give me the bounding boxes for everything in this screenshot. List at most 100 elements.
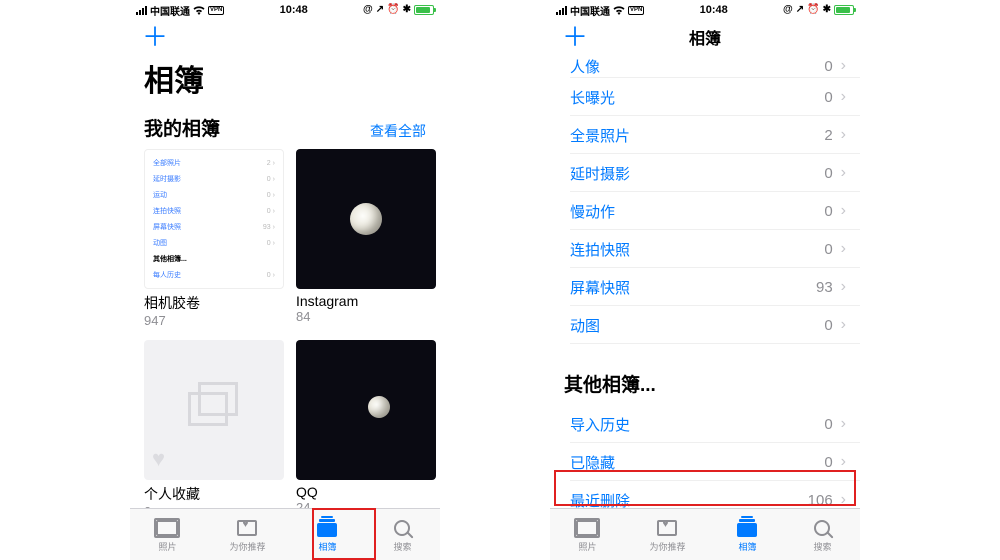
album-grid-row: 全部照片2 › 延时摄影0 › 运动0 › 连拍快照0 › 屏幕快照93 › 动…: [130, 145, 440, 330]
row-count: 0: [824, 89, 832, 106]
tab-label: 相簿: [738, 540, 756, 553]
row-label: 屏幕快照: [570, 277, 630, 298]
album-title: QQ: [296, 484, 436, 500]
row-label: 导入历史: [570, 414, 630, 435]
nav-bar: ＋ 相簿: [550, 20, 860, 54]
row-label: 长曝光: [570, 87, 615, 108]
list-row[interactable]: 长曝光 0 ›: [550, 78, 860, 116]
album-card-favorites[interactable]: ♥ 个人收藏 0: [144, 340, 284, 519]
list-row[interactable]: 导入历史 0›: [550, 405, 860, 443]
album-title: 个人收藏: [144, 484, 284, 504]
bluetooth-icon: ✱: [823, 5, 831, 15]
tab-bar: 照片 为你推荐 相簿 搜索: [550, 508, 860, 560]
chevron-right-icon: ›: [841, 57, 846, 75]
tab-albums[interactable]: 相簿: [734, 517, 760, 553]
list-row[interactable]: 已隐藏 0›: [550, 443, 860, 481]
vpn-badge: VPN: [208, 6, 224, 15]
tab-search[interactable]: 搜索: [809, 517, 835, 553]
row-label: 连拍快照: [570, 239, 630, 260]
orientation-lock-icon: @: [363, 5, 373, 15]
album-grid-row: ♥ 个人收藏 0 QQ 24 S 0: [130, 336, 440, 521]
tab-label: 搜索: [813, 540, 831, 553]
row-count: 106: [808, 492, 833, 509]
list-row[interactable]: 慢动作 0›: [550, 192, 860, 230]
album-card-camera-roll[interactable]: 全部照片2 › 延时摄影0 › 运动0 › 连拍快照0 › 屏幕快照93 › 动…: [144, 149, 284, 328]
tab-photos[interactable]: 照片: [574, 517, 600, 553]
tab-label: 相簿: [318, 540, 336, 553]
tab-search[interactable]: 搜索: [389, 517, 415, 553]
orientation-lock-icon: @: [783, 5, 793, 15]
album-card-qq[interactable]: QQ 24: [296, 340, 436, 519]
tab-label: 为你推荐: [229, 540, 265, 553]
chevron-right-icon: ›: [841, 202, 846, 220]
status-bar: 中国联通 VPN 10:48 @ ↗ ⏰ ✱: [550, 0, 860, 20]
tab-for-you[interactable]: 为你推荐: [649, 517, 685, 553]
row-label: 人像: [570, 56, 600, 77]
location-icon: ↗: [796, 5, 804, 15]
for-you-icon: [237, 520, 257, 536]
row-count: 0: [824, 203, 832, 220]
row-count: 2: [824, 127, 832, 144]
list-row[interactable]: 连拍快照 0›: [550, 230, 860, 268]
row-count: 0: [824, 454, 832, 471]
phone-screenshot-right: 中国联通 VPN 10:48 @ ↗ ⏰ ✱ ＋ 相簿 人像 0› 长曝: [550, 0, 860, 560]
tab-label: 搜索: [393, 540, 411, 553]
row-count: 0: [824, 416, 832, 433]
album-thumbnail: [296, 340, 436, 480]
row-count: 0: [824, 241, 832, 258]
album-count: 947: [144, 313, 284, 328]
tab-bar: 照片 为你推荐 相簿 搜索: [130, 508, 440, 560]
tab-label: 照片: [578, 540, 596, 553]
tab-photos[interactable]: 照片: [154, 517, 180, 553]
album-card-instagram[interactable]: Instagram 84: [296, 149, 436, 328]
album-title: Instagram: [296, 293, 436, 309]
photos-icon: [576, 520, 598, 536]
add-album-button[interactable]: ＋: [142, 24, 168, 50]
list-row[interactable]: 延时摄影 0›: [550, 154, 860, 192]
row-label: 已隐藏: [570, 452, 615, 473]
wifi-icon: [613, 6, 625, 15]
status-time: 10:48: [700, 4, 728, 16]
list-row[interactable]: 全景照片 2›: [550, 116, 860, 154]
album-thumbnail: ♥: [144, 340, 284, 480]
nav-title: 相簿: [550, 25, 860, 49]
phone-screenshot-left: 中国联通 VPN 10:48 @ ↗ ⏰ ✱ ＋ 相簿 我的相簿 查看全部: [130, 0, 440, 560]
album-thumbnail: 全部照片2 › 延时摄影0 › 运动0 › 连拍快照0 › 屏幕快照93 › 动…: [144, 149, 284, 289]
tab-for-you[interactable]: 为你推荐: [229, 517, 265, 553]
signal-icon: [136, 6, 147, 15]
for-you-icon: [657, 520, 677, 536]
alarm-icon: ⏰: [387, 5, 399, 15]
alarm-icon: ⏰: [807, 5, 819, 15]
albums-icon: [737, 523, 757, 537]
chevron-right-icon: ›: [841, 316, 846, 334]
other-albums-header: 其他相簿...: [550, 344, 860, 405]
chevron-right-icon: ›: [841, 491, 846, 509]
see-all-link[interactable]: 查看全部: [370, 121, 426, 141]
list-row[interactable]: 人像 0›: [550, 54, 860, 78]
chevron-right-icon: ›: [841, 278, 846, 296]
list-row[interactable]: 动图 0›: [550, 306, 860, 344]
nav-bar: ＋: [130, 20, 440, 54]
row-label: 全景照片: [570, 125, 630, 146]
row-count: 0: [824, 317, 832, 334]
battery-icon: [834, 5, 854, 15]
row-count: 93: [816, 279, 833, 296]
wifi-icon: [193, 6, 205, 15]
signal-icon: [556, 6, 567, 15]
row-count: 0: [824, 165, 832, 182]
chevron-right-icon: ›: [841, 88, 846, 106]
row-label: 延时摄影: [570, 163, 630, 184]
tab-albums[interactable]: 相簿: [314, 517, 340, 553]
status-time: 10:48: [280, 4, 308, 16]
album-title: 相机胶卷: [144, 293, 284, 313]
album-count: 84: [296, 309, 436, 324]
album-types-list[interactable]: 人像 0› 长曝光 0› 全景照片 2› 延时摄影 0› 慢动作 0› 连拍快照…: [550, 54, 860, 560]
tab-label: 照片: [158, 540, 176, 553]
add-album-button[interactable]: ＋: [562, 24, 588, 50]
battery-icon: [414, 5, 434, 15]
list-row[interactable]: 屏幕快照 93 ›: [550, 268, 860, 306]
tab-label: 为你推荐: [649, 540, 685, 553]
status-bar: 中国联通 VPN 10:48 @ ↗ ⏰ ✱: [130, 0, 440, 20]
page-title: 相簿: [130, 54, 440, 108]
search-icon: [394, 520, 410, 536]
